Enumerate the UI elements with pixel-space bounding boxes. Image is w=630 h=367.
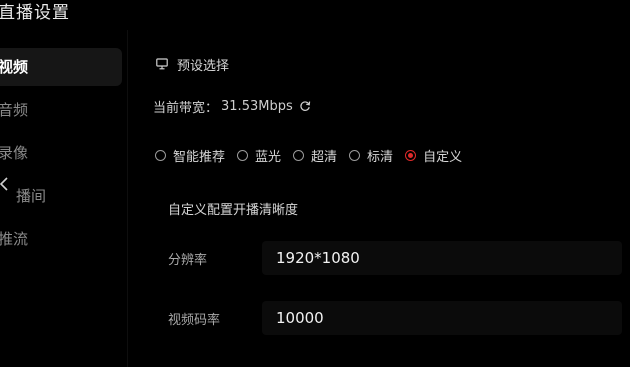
bitrate-label: 视频码率 xyxy=(168,312,221,328)
sidebar-divider xyxy=(127,30,128,367)
sidebar-item-label: 推流 xyxy=(0,230,29,248)
live-settings-window: 直播设置 视频 音频 录像 播间 推流 预设选择 当前带宽： 31.53Mbps… xyxy=(0,0,630,367)
chevron-left-icon[interactable] xyxy=(0,177,11,193)
sidebar-item-audio[interactable]: 音频 xyxy=(0,91,122,129)
refresh-icon[interactable] xyxy=(299,100,311,112)
radio-standard[interactable]: 标清 xyxy=(349,146,393,165)
monitor-icon xyxy=(156,58,168,70)
radio-label: 标清 xyxy=(367,149,394,165)
bitrate-input[interactable]: 10000 xyxy=(262,301,622,335)
radio-circle[interactable] xyxy=(293,149,305,161)
bandwidth-status: 当前带宽： 31.53Mbps xyxy=(153,96,311,116)
radio-circle[interactable] xyxy=(349,149,361,161)
custom-config-note: 自定义配置开播清晰度 xyxy=(168,203,299,218)
sidebar-item-label: 音频 xyxy=(0,101,29,119)
bandwidth-label: 当前带宽： xyxy=(153,100,219,116)
settings-sidebar: 视频 音频 录像 播间 推流 xyxy=(0,46,122,367)
radio-circle[interactable] xyxy=(405,149,417,161)
radio-bluray[interactable]: 蓝光 xyxy=(237,146,281,165)
sidebar-item-video[interactable]: 视频 xyxy=(0,48,122,86)
radio-label: 智能推荐 xyxy=(173,149,226,165)
radio-label: 自定义 xyxy=(423,149,463,165)
window-title: 直播设置 xyxy=(0,3,70,23)
preset-section-header: 预设选择 xyxy=(156,54,229,74)
sidebar-item-room[interactable]: 播间 xyxy=(0,177,122,215)
radio-circle[interactable] xyxy=(155,149,166,161)
bandwidth-value: 31.53Mbps xyxy=(221,98,293,114)
preset-label: 预设选择 xyxy=(177,58,230,74)
radio-custom[interactable]: 自定义 xyxy=(405,146,462,165)
radio-circle[interactable] xyxy=(237,149,249,161)
sidebar-item-streaming[interactable]: 推流 xyxy=(0,220,122,258)
sidebar-item-label: 视频 xyxy=(0,58,29,76)
resolution-label: 分辨率 xyxy=(168,252,208,268)
radio-label: 超清 xyxy=(311,149,338,165)
resolution-row: 分辨率 1920*1080 xyxy=(168,241,622,275)
quality-radio-group: 智能推荐 蓝光 超清 标清 自定义 xyxy=(155,145,474,165)
sidebar-item-label: 播间 xyxy=(16,187,47,205)
bitrate-row: 视频码率 10000 xyxy=(168,301,622,335)
radio-label: 蓝光 xyxy=(255,149,282,165)
sidebar-item-recording[interactable]: 录像 xyxy=(0,134,122,172)
radio-ultra-hd[interactable]: 超清 xyxy=(293,146,337,165)
resolution-input[interactable]: 1920*1080 xyxy=(262,241,622,275)
radio-smart-recommend[interactable]: 智能推荐 xyxy=(155,146,225,165)
sidebar-item-label: 录像 xyxy=(0,144,29,162)
